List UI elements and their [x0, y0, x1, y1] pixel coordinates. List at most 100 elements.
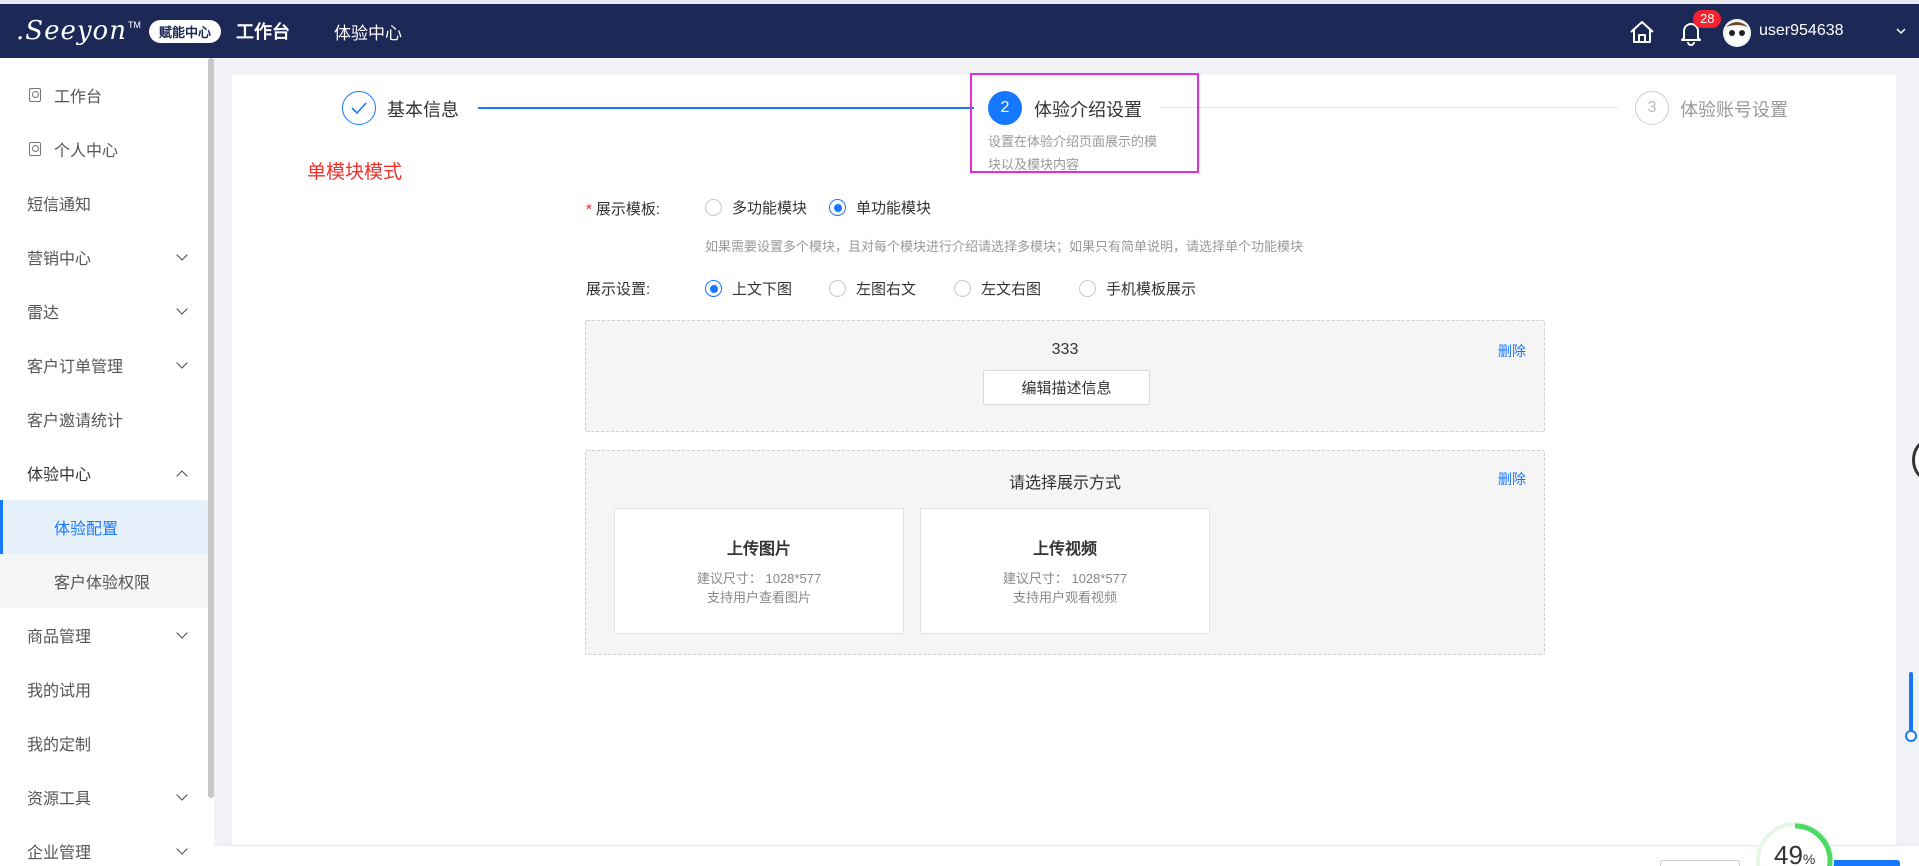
upload-card-note: 支持用户观看视频: [1012, 590, 1117, 605]
chevron-down-icon: [176, 302, 188, 315]
notification-count-badge: 28: [1693, 10, 1722, 28]
sidebar-item-invite-stats[interactable]: 客户邀请统计: [0, 392, 208, 446]
upload-card-note: 支持用户查看图片: [706, 590, 811, 605]
radio-icon: [705, 199, 722, 216]
sidebar-item-label: 个人中心: [54, 143, 119, 160]
sidebar-item-sms[interactable]: 短信通知: [0, 176, 208, 230]
pin-icon: [29, 88, 41, 102]
floating-side-button[interactable]: [1912, 440, 1919, 480]
page-scrollbar-handle[interactable]: [1905, 730, 1917, 742]
sidebar-item-experience-permissions[interactable]: 客户体验权限: [0, 554, 208, 608]
display-label: 展示设置:: [586, 281, 651, 298]
sidebar-scrollbar[interactable]: [208, 58, 214, 798]
sidebar-item-personal-center[interactable]: 个人中心: [0, 122, 208, 176]
sidebar-item-label: 企业管理: [27, 845, 92, 862]
sidebar-item-experience-config[interactable]: 体验配置: [0, 500, 208, 554]
chevron-down-icon[interactable]: [1896, 26, 1906, 36]
chevron-up-icon: [176, 469, 188, 482]
upload-card-size: 建议尺寸： 1028*577: [696, 571, 822, 586]
display-option-text-left[interactable]: 左文右图: [954, 278, 1041, 299]
radio-icon: [829, 280, 846, 297]
display-option-mobile[interactable]: 手机模板展示: [1079, 278, 1196, 299]
radio-label: 上文下图: [732, 281, 793, 298]
sidebar-item-label: 客户体验权限: [54, 575, 151, 592]
sidebar: 工作台 个人中心 短信通知 营销中心 雷达 客户订单管理 客户邀请统计 体验中心…: [0, 58, 214, 866]
step-3-circle[interactable]: 3: [1635, 91, 1669, 125]
top-nav: 工作台 体验中心: [236, 4, 402, 58]
progress-indicator: 49%: [1756, 822, 1834, 866]
home-icon[interactable]: [1629, 20, 1655, 44]
mode-label: 单模块模式: [307, 162, 403, 183]
step-1-circle[interactable]: [342, 91, 376, 125]
logo-badge: 赋能中心: [148, 19, 221, 43]
template-hint: 如果需要设置多个模块，且对每个模块进行介绍请选择多模块；如果只有简单说明，请选择…: [705, 239, 1304, 254]
sidebar-item-label: 雷达: [27, 305, 60, 322]
chevron-down-icon: [176, 842, 188, 855]
top-navigation-bar: .Seeyon TM 赋能中心 工作台 体验中心 28 user954638: [0, 0, 1919, 58]
logo-trademark: TM: [127, 20, 141, 30]
topnav-item-experience-center[interactable]: 体验中心: [334, 19, 402, 44]
avatar-image: [1723, 19, 1751, 47]
radio-checked-icon: [705, 280, 722, 297]
username[interactable]: user954638: [1759, 22, 1844, 40]
delete-module-link[interactable]: 删除: [1498, 469, 1526, 489]
radio-label: 单功能模块: [856, 200, 932, 217]
sidebar-item-products[interactable]: 商品管理: [0, 608, 208, 662]
check-icon: [351, 102, 367, 115]
template-label-text: 展示模板:: [595, 201, 661, 218]
upload-card-size: 建议尺寸： 1028*577: [1002, 571, 1128, 586]
page-scrollbar-track[interactable]: [1909, 672, 1913, 732]
progress-unit: %: [1802, 851, 1816, 866]
display-option-text-top-image-bottom[interactable]: 上文下图: [705, 278, 792, 299]
module-title: 请选择展示方式: [1008, 475, 1121, 492]
radio-label: 手机模板展示: [1106, 281, 1197, 298]
sidebar-item-label: 营销中心: [27, 251, 92, 268]
sidebar-item-my-trials[interactable]: 我的试用: [0, 662, 208, 716]
progress-text: 49%: [1774, 840, 1815, 866]
pin-icon: [29, 142, 41, 156]
radio-label: 左文右图: [981, 281, 1042, 298]
sidebar-item-label: 短信通知: [27, 197, 92, 214]
radio-icon: [954, 280, 971, 297]
step-connector-pending: [1160, 107, 1618, 108]
step-connector-done: [478, 107, 974, 109]
upload-image-card[interactable]: 上传图片 建议尺寸： 1028*577 支持用户查看图片: [614, 508, 904, 634]
sidebar-item-workbench[interactable]: 工作台: [0, 68, 208, 122]
module-box-media: 请选择展示方式 删除 上传图片 建议尺寸： 1028*577 支持用户查看图片 …: [585, 450, 1545, 655]
upload-card-title: 上传视频: [1032, 541, 1097, 558]
sidebar-item-customer-orders[interactable]: 客户订单管理: [0, 338, 208, 392]
radio-icon: [1079, 280, 1096, 297]
sidebar-item-marketing[interactable]: 营销中心: [0, 230, 208, 284]
seeyon-logo[interactable]: .Seeyon TM 赋能中心: [16, 14, 221, 48]
chevron-down-icon: [176, 248, 188, 261]
upload-card-info: 建议尺寸： 1028*577 支持用户查看图片: [615, 569, 903, 607]
template-label: * 展示模板:: [586, 198, 660, 219]
step-3-title[interactable]: 体验账号设置: [1680, 96, 1788, 122]
sidebar-item-resource-tools[interactable]: 资源工具: [0, 770, 208, 824]
display-option-image-left[interactable]: 左图右文: [829, 278, 916, 299]
sidebar-item-experience-center[interactable]: 体验中心: [0, 446, 208, 500]
template-option-single[interactable]: 单功能模块: [829, 197, 931, 218]
previous-step-button[interactable]: [1660, 860, 1740, 866]
notifications-button[interactable]: 28: [1679, 10, 1722, 46]
topnav-item-workbench[interactable]: 工作台: [236, 18, 290, 44]
radio-label: 左图右文: [856, 281, 917, 298]
upload-video-card[interactable]: 上传视频 建议尺寸： 1028*577 支持用户观看视频: [920, 508, 1210, 634]
delete-module-link[interactable]: 删除: [1498, 341, 1526, 361]
upload-card-title: 上传图片: [726, 541, 791, 558]
radio-checked-icon: [829, 199, 846, 216]
step-1-title[interactable]: 基本信息: [387, 96, 459, 122]
radio-label: 多功能模块: [732, 200, 808, 217]
sidebar-item-label: 资源工具: [27, 791, 92, 808]
upload-card-info: 建议尺寸： 1028*577 支持用户观看视频: [921, 569, 1209, 607]
highlight-annotation-box: [970, 73, 1199, 173]
avatar[interactable]: [1723, 19, 1751, 47]
edit-description-button[interactable]: 编辑描述信息: [983, 370, 1150, 405]
sidebar-item-enterprise[interactable]: 企业管理: [0, 824, 208, 866]
sidebar-item-label: 客户邀请统计: [27, 413, 124, 430]
sidebar-item-radar[interactable]: 雷达: [0, 284, 208, 338]
chevron-down-icon: [176, 626, 188, 639]
sidebar-item-my-customizations[interactable]: 我的定制: [0, 716, 208, 770]
required-mark: *: [586, 201, 592, 218]
template-option-multi[interactable]: 多功能模块: [705, 197, 807, 218]
